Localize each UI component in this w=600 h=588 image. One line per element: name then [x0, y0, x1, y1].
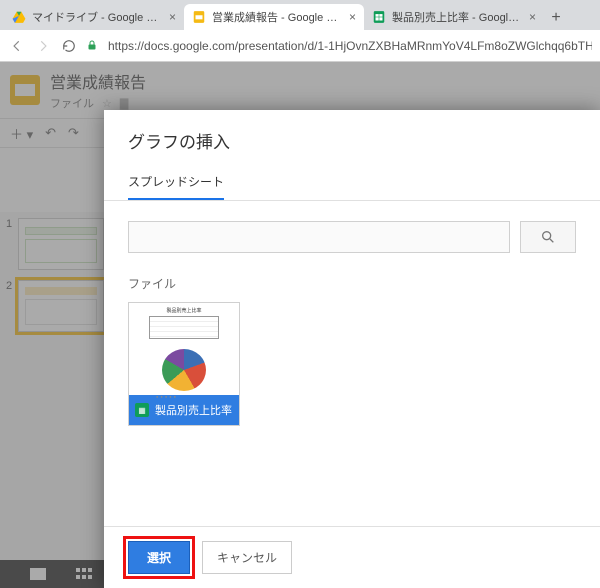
forward-button[interactable] [34, 37, 52, 55]
dialog-title: グラフの挿入 [128, 128, 576, 153]
back-button[interactable] [8, 37, 26, 55]
files-section-label: ファイル [128, 275, 576, 292]
browser-tab-drive[interactable]: マイドライブ - Google ドライブ × [4, 4, 184, 30]
close-icon[interactable]: × [169, 10, 176, 24]
browser-tab-sheets[interactable]: 製品別売上比率 - Google スプレ… × [364, 4, 544, 30]
new-tab-button[interactable]: + [544, 6, 568, 30]
browser-tabstrip: マイドライブ - Google ドライブ × 営業成績報告 - Google ス… [0, 0, 600, 30]
sheets-icon: ▦ [135, 403, 149, 417]
search-icon [540, 229, 556, 245]
preview-pie-icon [162, 349, 206, 391]
close-icon[interactable]: × [529, 10, 536, 24]
tab-title: 製品別売上比率 - Google スプレ… [392, 9, 523, 25]
cancel-button[interactable]: キャンセル [202, 541, 292, 574]
file-card[interactable]: 製品別売上比率 ▦ 製品別売上比率 [128, 302, 240, 426]
select-button[interactable]: 選択 [128, 541, 190, 574]
preview-table-icon [149, 316, 219, 339]
drive-icon [12, 10, 26, 24]
slides-icon [192, 10, 206, 24]
file-name: 製品別売上比率 [155, 402, 232, 418]
browser-tab-slides[interactable]: 営業成績報告 - Google スライド × [184, 4, 364, 30]
tab-title: 営業成績報告 - Google スライド [212, 9, 343, 25]
sheets-icon [372, 10, 386, 24]
tab-title: マイドライブ - Google ドライブ [32, 9, 163, 25]
url-text[interactable]: https://docs.google.com/presentation/d/1… [108, 39, 592, 53]
search-input[interactable] [128, 221, 510, 253]
reload-button[interactable] [60, 37, 78, 55]
lock-icon [86, 39, 100, 53]
file-caption: ▦ 製品別売上比率 [129, 395, 239, 425]
search-button[interactable] [520, 221, 576, 253]
file-preview: 製品別売上比率 [129, 303, 239, 395]
browser-address-bar: https://docs.google.com/presentation/d/1… [0, 30, 600, 62]
tab-spreadsheet[interactable]: スプレッドシート [128, 173, 224, 201]
insert-chart-dialog: グラフの挿入 スプレッドシート ファイル 製品別売上比率 ▦ 製品別売上比率 選… [104, 110, 600, 588]
dialog-footer: 選択 キャンセル [104, 526, 600, 588]
close-icon[interactable]: × [349, 10, 356, 24]
